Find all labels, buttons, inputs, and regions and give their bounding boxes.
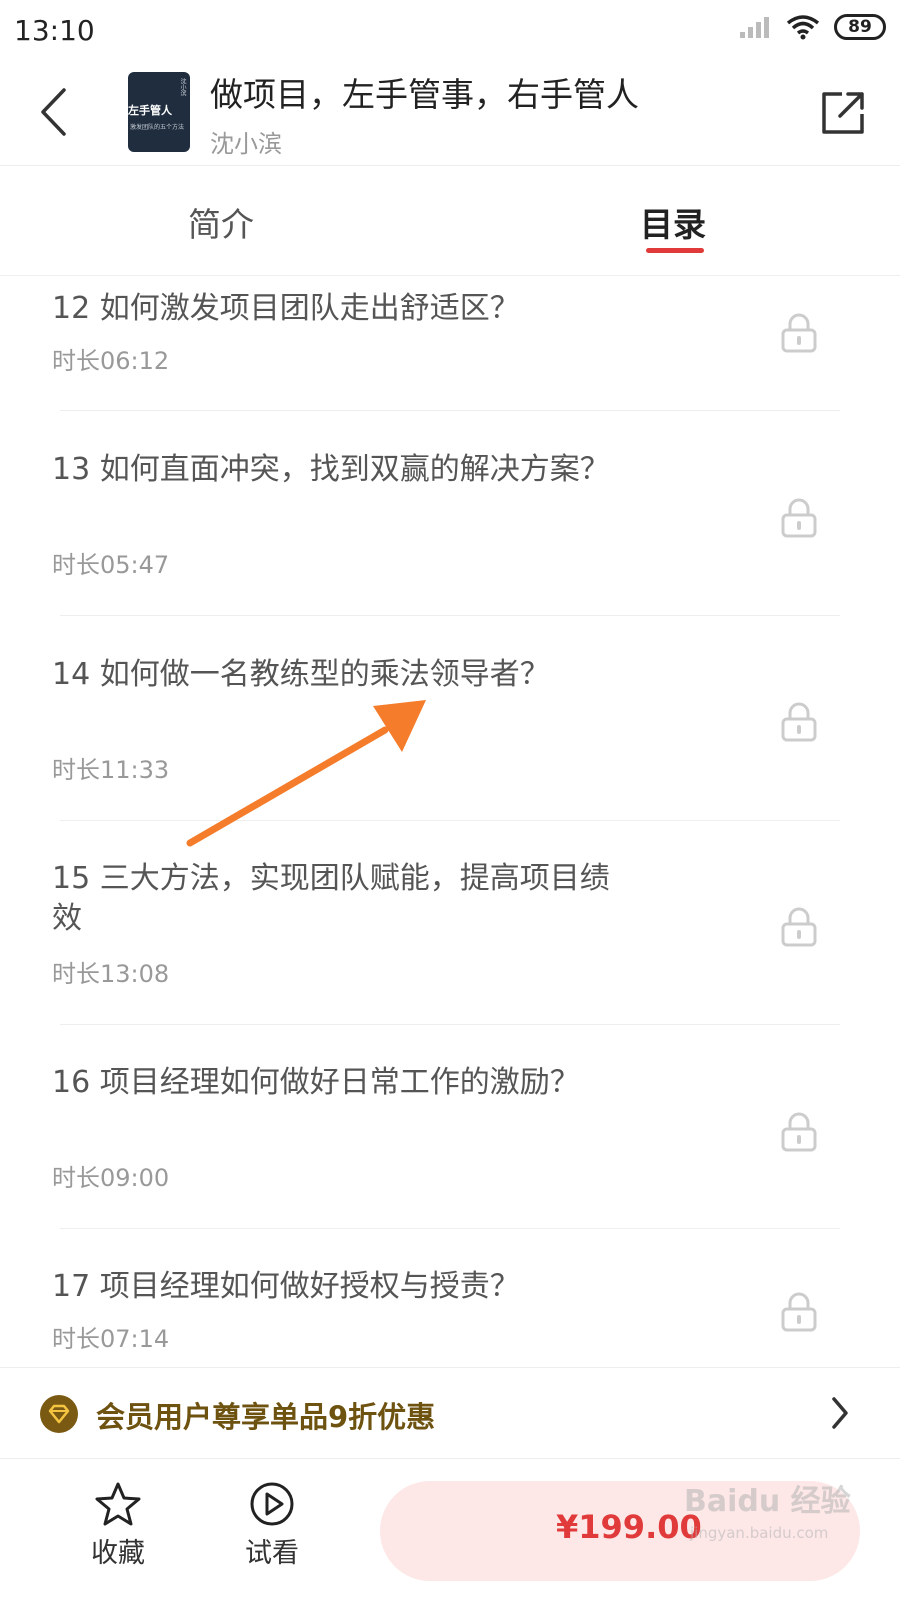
tab-bar: 简介 目录 [0, 166, 900, 276]
share-icon [822, 92, 864, 134]
chapter-item[interactable]: 13 如何直面冲突，找到双赢的解决方案？ 时长05:47 [0, 411, 900, 616]
chapter-title: 15 三大方法，实现团队赋能，提高项目绩效 [52, 861, 610, 936]
course-title: 做项目，左手管事，右手管人 [210, 75, 639, 114]
battery-level: 89 [848, 17, 872, 37]
status-time: 13:10 [14, 14, 95, 47]
watermark-url: jingyan.baidu.com [690, 1524, 829, 1542]
chapter-title: 12 如何激发项目团队走出舒适区？ [52, 291, 520, 326]
lock-icon [781, 498, 817, 538]
star-icon [95, 1482, 141, 1526]
cover-subtitle: 激发团队的五个方法 [130, 124, 185, 131]
trial-watch-button[interactable]: 试看 [222, 1481, 322, 1570]
chevron-left-icon [41, 88, 66, 136]
chapter-item[interactable]: 17 项目经理如何做好授权与授责？ 时长07:14 [0, 1229, 900, 1367]
share-button[interactable] [816, 86, 870, 140]
chapter-duration: 时长06:12 [52, 347, 170, 375]
wifi-icon [786, 15, 820, 40]
chapter-duration: 时长09:00 [52, 1164, 170, 1192]
lock-icon [781, 1112, 817, 1152]
status-icons: 89 [738, 14, 886, 40]
chapter-list[interactable]: 12 如何激发项目团队走出舒适区？ 时长06:12 13 如何直面冲突，找到双赢… [0, 277, 900, 1367]
cover-title: 左手管人 [128, 104, 172, 117]
chapter-duration: 时长13:08 [52, 960, 170, 988]
chapter-duration: 时长05:47 [52, 551, 170, 579]
lock-icon [781, 702, 817, 742]
chapter-duration: 时长07:14 [52, 1325, 170, 1353]
course-cover[interactable]: 沈小滨 左手管人 激发团队的五个方法 [128, 72, 190, 152]
favorite-label: 收藏 [91, 1538, 145, 1569]
chapter-item[interactable]: 12 如何激发项目团队走出舒适区？ 时长06:12 [0, 277, 900, 411]
tab-intro[interactable]: 简介 [188, 198, 254, 246]
member-discount-text: 会员用户尊享单品9折优惠 [96, 1400, 436, 1434]
chapter-item[interactable]: 16 项目经理如何做好日常工作的激励？ 时长09:00 [0, 1025, 900, 1229]
lock-icon [781, 313, 817, 353]
signal-icon [740, 17, 769, 38]
watermark: Baidu 经验 [684, 1484, 851, 1519]
lock-icon [781, 907, 817, 947]
back-button[interactable] [28, 80, 78, 144]
status-bar: 13:10 89 [0, 0, 900, 62]
member-diamond-icon [40, 1395, 78, 1433]
trial-watch-label: 试看 [245, 1538, 299, 1569]
chapter-title: 13 如何直面冲突，找到双赢的解决方案？ [52, 452, 610, 487]
chapter-title: 14 如何做一名教练型的乘法领导者？ [52, 657, 550, 692]
lock-icon [781, 1292, 817, 1332]
favorite-button[interactable]: 收藏 [68, 1481, 168, 1570]
chapter-item[interactable]: 14 如何做一名教练型的乘法领导者？ 时长11:33 [0, 616, 900, 821]
cover-author: 沈小滨 [179, 78, 186, 96]
play-circle-icon [250, 1482, 294, 1526]
member-discount-banner[interactable]: 会员用户尊享单品9折优惠 [0, 1367, 900, 1459]
active-tab-indicator [646, 248, 704, 253]
course-header: 沈小滨 左手管人 激发团队的五个方法 做项目，左手管事，右手管人 沈小滨 [0, 62, 900, 166]
price-label: ¥199.00 [556, 1508, 702, 1546]
tab-toc[interactable]: 目录 [640, 198, 706, 246]
battery-indicator: 89 [834, 14, 886, 40]
chapter-duration: 时长11:33 [52, 756, 170, 784]
chapter-title: 16 项目经理如何做好日常工作的激励？ [52, 1065, 580, 1100]
chapter-item[interactable]: 15 三大方法，实现团队赋能，提高项目绩效 时长13:08 [0, 821, 900, 1025]
chevron-right-icon [832, 1397, 848, 1429]
course-author[interactable]: 沈小滨 [210, 124, 282, 159]
chapter-title: 17 项目经理如何做好授权与授责？ [52, 1269, 520, 1304]
